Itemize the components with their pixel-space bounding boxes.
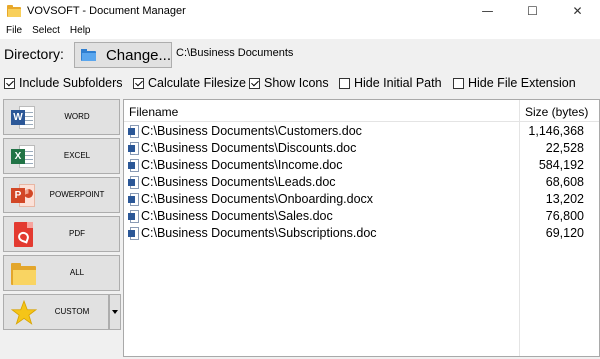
menu-file[interactable]: File (0, 25, 27, 36)
table-row[interactable]: C:\Business Documents\Customers.doc 1,14… (124, 123, 599, 140)
app-folder-icon (7, 5, 21, 17)
menu-select[interactable]: Select (27, 25, 65, 36)
file-size: 1,146,368 (528, 124, 584, 138)
folder-icon (81, 49, 96, 61)
table-row[interactable]: C:\Business Documents\Discounts.doc 22,5… (124, 140, 599, 157)
file-size: 69,120 (545, 226, 584, 240)
table-row[interactable]: C:\Business Documents\Leads.doc 68,608 (124, 174, 599, 191)
checkbox-label: Include Subfolders (19, 76, 123, 90)
pdf-button[interactable]: PDF (3, 216, 120, 252)
all-button[interactable]: ALL (3, 255, 120, 291)
hide-initial-path-checkbox[interactable]: Hide Initial Path (339, 76, 442, 90)
minimize-button[interactable]: — (465, 0, 510, 22)
word-button-label: WORD (64, 112, 90, 121)
file-type-panel: W WORD X EXCEL P POWERPOINT PDF ALL CUST… (3, 99, 121, 357)
pdf-icon (11, 222, 36, 248)
options-row: Include Subfolders Calculate Filesize Sh… (0, 74, 600, 94)
star-icon (10, 299, 38, 326)
checkbox-label: Hide File Extension (468, 76, 576, 90)
custom-button-label: CUSTOM (54, 307, 90, 316)
powerpoint-button[interactable]: P POWERPOINT (3, 177, 120, 213)
table-row[interactable]: C:\Business Documents\Sales.doc 76,800 (124, 208, 599, 225)
file-name: C:\Business Documents\Sales.doc (141, 209, 333, 223)
table-row[interactable]: C:\Business Documents\Onboarding.docx 13… (124, 191, 599, 208)
document-icon (128, 193, 139, 206)
directory-path: C:\Business Documents (176, 47, 294, 59)
file-size: 76,800 (545, 209, 584, 223)
file-list[interactable]: Filename Size (bytes) C:\Business Docume… (123, 99, 600, 357)
checkbox-box[interactable] (249, 77, 260, 89)
file-name: C:\Business Documents\Customers.doc (141, 124, 362, 138)
document-icon (128, 176, 139, 189)
powerpoint-button-label: POWERPOINT (49, 190, 105, 199)
word-button[interactable]: W WORD (3, 99, 120, 135)
hide-file-extension-checkbox[interactable]: Hide File Extension (453, 76, 576, 90)
include-subfolders-checkbox[interactable]: Include Subfolders (4, 76, 123, 90)
title-bar: VOVSOFT - Document Manager — ☐ ✕ (0, 0, 600, 22)
document-icon (128, 159, 139, 172)
file-name: C:\Business Documents\Income.doc (141, 158, 343, 172)
document-icon (128, 142, 139, 155)
excel-button[interactable]: X EXCEL (3, 138, 120, 174)
excel-button-label: EXCEL (63, 151, 91, 160)
pdf-button-label: PDF (69, 229, 85, 238)
table-row[interactable]: C:\Business Documents\Subscriptions.doc … (124, 225, 599, 242)
file-name: C:\Business Documents\Onboarding.docx (141, 192, 374, 206)
document-icon (128, 210, 139, 223)
window-title: VOVSOFT - Document Manager (27, 5, 186, 17)
folder-icon (11, 261, 36, 287)
file-size: 22,528 (545, 141, 584, 155)
custom-dropdown-button[interactable] (109, 294, 121, 330)
excel-icon: X (11, 144, 36, 170)
word-icon: W (11, 105, 36, 131)
menu-bar: File Select Help (0, 22, 600, 39)
close-button[interactable]: ✕ (555, 0, 600, 22)
custom-button[interactable]: CUSTOM (3, 294, 109, 330)
show-icons-checkbox[interactable]: Show Icons (249, 76, 329, 90)
change-directory-button[interactable]: Change... (74, 42, 172, 68)
maximize-button[interactable]: ☐ (510, 0, 555, 22)
file-name: C:\Business Documents\Discounts.doc (141, 141, 357, 155)
file-size: 584,192 (538, 158, 584, 172)
checkbox-box[interactable] (339, 77, 350, 89)
file-name: C:\Business Documents\Leads.doc (141, 175, 336, 189)
file-size: 68,608 (545, 175, 584, 189)
directory-row: Directory: Change... C:\Business Documen… (0, 39, 600, 71)
calculate-filesize-checkbox[interactable]: Calculate Filesize (133, 76, 246, 90)
change-button-label: Change... (105, 46, 171, 64)
column-header-size[interactable]: Size (bytes) (525, 105, 588, 119)
file-name: C:\Business Documents\Subscriptions.doc (141, 226, 377, 240)
document-icon (128, 125, 139, 138)
powerpoint-icon: P (11, 183, 36, 209)
all-button-label: ALL (69, 268, 85, 277)
column-header-filename[interactable]: Filename (129, 105, 178, 119)
checkbox-label: Hide Initial Path (354, 76, 442, 90)
checkbox-label: Calculate Filesize (148, 76, 246, 90)
directory-label: Directory: (4, 46, 64, 62)
caret-down-icon (112, 310, 118, 314)
checkbox-box[interactable] (453, 77, 464, 89)
file-size: 13,202 (545, 192, 584, 206)
table-row[interactable]: C:\Business Documents\Income.doc 584,192 (124, 157, 599, 174)
menu-help[interactable]: Help (65, 25, 96, 36)
checkbox-label: Show Icons (264, 76, 329, 90)
file-list-header: Filename Size (bytes) (124, 100, 599, 122)
checkbox-box[interactable] (4, 77, 15, 89)
document-icon (128, 227, 139, 240)
checkbox-box[interactable] (133, 77, 144, 89)
